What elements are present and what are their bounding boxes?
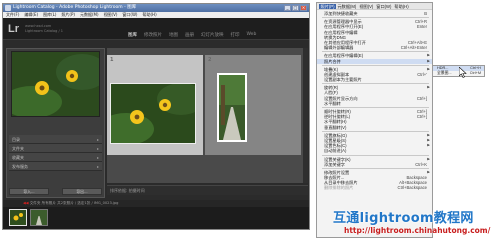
photo-menu: 添加到快捷收藏夹 B 在资源管理器中显示 Ctrl+R 在应用程序中打开(E) Enter… <box>317 11 432 191</box>
photo-menu-panel: 照片(P) 元数据(M) 视图(V) 窗口(W) 帮助(H) 添加到快捷收藏夹 B 在资源管… <box>316 2 433 238</box>
submenu-item-label: HDR... <box>437 66 449 70</box>
catalog-info: www.hxsd.com Lightroom Catalog / 1 <box>25 24 63 34</box>
filmstrip-thumbnail[interactable] <box>9 209 27 226</box>
app-menu-item[interactable]: 窗口(W) <box>122 12 137 17</box>
watermark-title: 互通lightroom教程网 <box>333 211 474 226</box>
module-tab[interactable]: 幻灯片放映 <box>201 32 224 38</box>
module-tab[interactable]: 修改照片 <box>144 32 162 38</box>
submenu-shortcut: Ctrl+M <box>469 71 481 75</box>
app-menu-item[interactable]: 元数据(M) <box>80 12 99 17</box>
lightroom-logo: Lr <box>8 23 19 35</box>
import-button[interactable]: 导入... <box>9 188 49 195</box>
filmstrip-thumbnail[interactable] <box>30 209 48 226</box>
left-panel-sections: 目录文件夹收藏夹发布服务 <box>9 135 102 171</box>
close-button[interactable]: × <box>300 5 307 11</box>
window-title: Lightroom Catalog - Adobe Photoshop Ligh… <box>13 5 137 10</box>
module-picker: 图库 修改照片 地图 画册 幻灯片放映 打印 Web <box>128 32 256 38</box>
export-button[interactable]: 导出... <box>62 188 102 195</box>
menu-bar-item[interactable]: 窗口(W) <box>375 4 393 9</box>
flower-photo <box>111 84 195 143</box>
title-bar: Lightroom Catalog - Adobe Photoshop Ligh… <box>3 4 309 12</box>
app-menu-item[interactable]: 帮助(H) <box>143 12 157 17</box>
thumbnail-flowers[interactable] <box>110 83 196 144</box>
filmstrip-header: ◀◀ 文件夹 所有照片 共2张照片 / 选定1张 / IMG_0023.jpg <box>3 200 309 207</box>
minimize-button[interactable]: _ <box>284 5 291 11</box>
menu-bar-item[interactable]: 照片(P) <box>319 4 336 9</box>
arrow-annotation: ◀◀ <box>23 201 29 205</box>
grid-cell[interactable]: 1 <box>107 55 203 155</box>
filmstrip <box>3 207 309 229</box>
app-menu-item[interactable]: 文件(F) <box>6 12 19 17</box>
grid-view: 1 2 <box>107 48 303 183</box>
grid-cell[interactable]: 2 <box>205 55 301 155</box>
path-photo <box>219 75 245 140</box>
module-tab[interactable]: 图库 <box>128 32 137 38</box>
app-menu-item[interactable]: 编辑(E) <box>24 12 38 17</box>
path-thumb <box>31 210 47 225</box>
grid-toolbar: 排序依据: 拍摄时间 <box>107 185 308 195</box>
panel-section[interactable]: 文件夹 <box>9 144 102 153</box>
sort-label[interactable]: 排序依据: 拍摄时间 <box>110 188 145 193</box>
panel-section[interactable]: 目录 <box>9 135 102 144</box>
menu-bar-item[interactable]: 元数据(M) <box>336 4 358 9</box>
grid-scrollbar[interactable] <box>303 48 308 183</box>
mouse-cursor-icon <box>459 67 467 78</box>
cell-index: 1 <box>110 57 114 63</box>
submenu-item-label: 全景图... <box>437 71 452 75</box>
menu-bar-item[interactable]: 视图(V) <box>358 4 375 9</box>
thumbnail-path[interactable] <box>217 73 247 142</box>
panel-section[interactable]: 发布服务 <box>9 162 102 171</box>
menu-bar: 照片(P) 元数据(M) 视图(V) 窗口(W) 帮助(H) <box>317 3 432 10</box>
identity-plate: Lr www.hxsd.com Lightroom Catalog / 1 图库… <box>3 18 309 40</box>
catalog-line: Lightroom Catalog / 1 <box>25 29 63 33</box>
app-icon <box>5 5 11 11</box>
app-menu-item[interactable]: 照片(P) <box>61 12 75 17</box>
maximize-button[interactable]: □ <box>292 5 299 11</box>
module-tab[interactable]: 画册 <box>185 32 194 38</box>
app-menu-item[interactable]: 图库(L) <box>43 12 56 17</box>
menu-shortcut: Ctrl+Backspace <box>397 185 427 191</box>
menu-item[interactable]: 删除排除的照片 Ctrl+Backspace <box>317 185 432 190</box>
filmstrip-source[interactable]: 文件夹 所有照片 共2张照片 / 选定1张 / IMG_0023.jpg <box>30 201 119 205</box>
app-menu-item[interactable]: 视图(V) <box>104 12 118 17</box>
navigator-preview[interactable] <box>2 51 108 118</box>
flower-thumb <box>10 210 26 225</box>
left-panel: 目录文件夹收藏夹发布服务 导入... 导出... <box>2 48 108 198</box>
cell-index: 2 <box>208 57 212 63</box>
menu-item-label: 删除排除的照片 <box>324 185 354 191</box>
lightroom-window: Lightroom Catalog - Adobe Photoshop Ligh… <box>2 3 310 230</box>
window-controls: _ □ × <box>284 5 307 11</box>
module-tab[interactable]: Web <box>247 32 257 38</box>
module-tab[interactable]: 地图 <box>169 32 178 38</box>
watermark-url: http://lightroom.chinahutong.com/ <box>344 226 491 235</box>
menu-bar-item[interactable]: 帮助(H) <box>393 4 410 9</box>
panel-section[interactable]: 收藏夹 <box>9 153 102 162</box>
module-tab[interactable]: 打印 <box>231 32 240 38</box>
import-export-bar: 导入... 导出... <box>9 188 102 195</box>
navigator-photo <box>2 52 108 118</box>
